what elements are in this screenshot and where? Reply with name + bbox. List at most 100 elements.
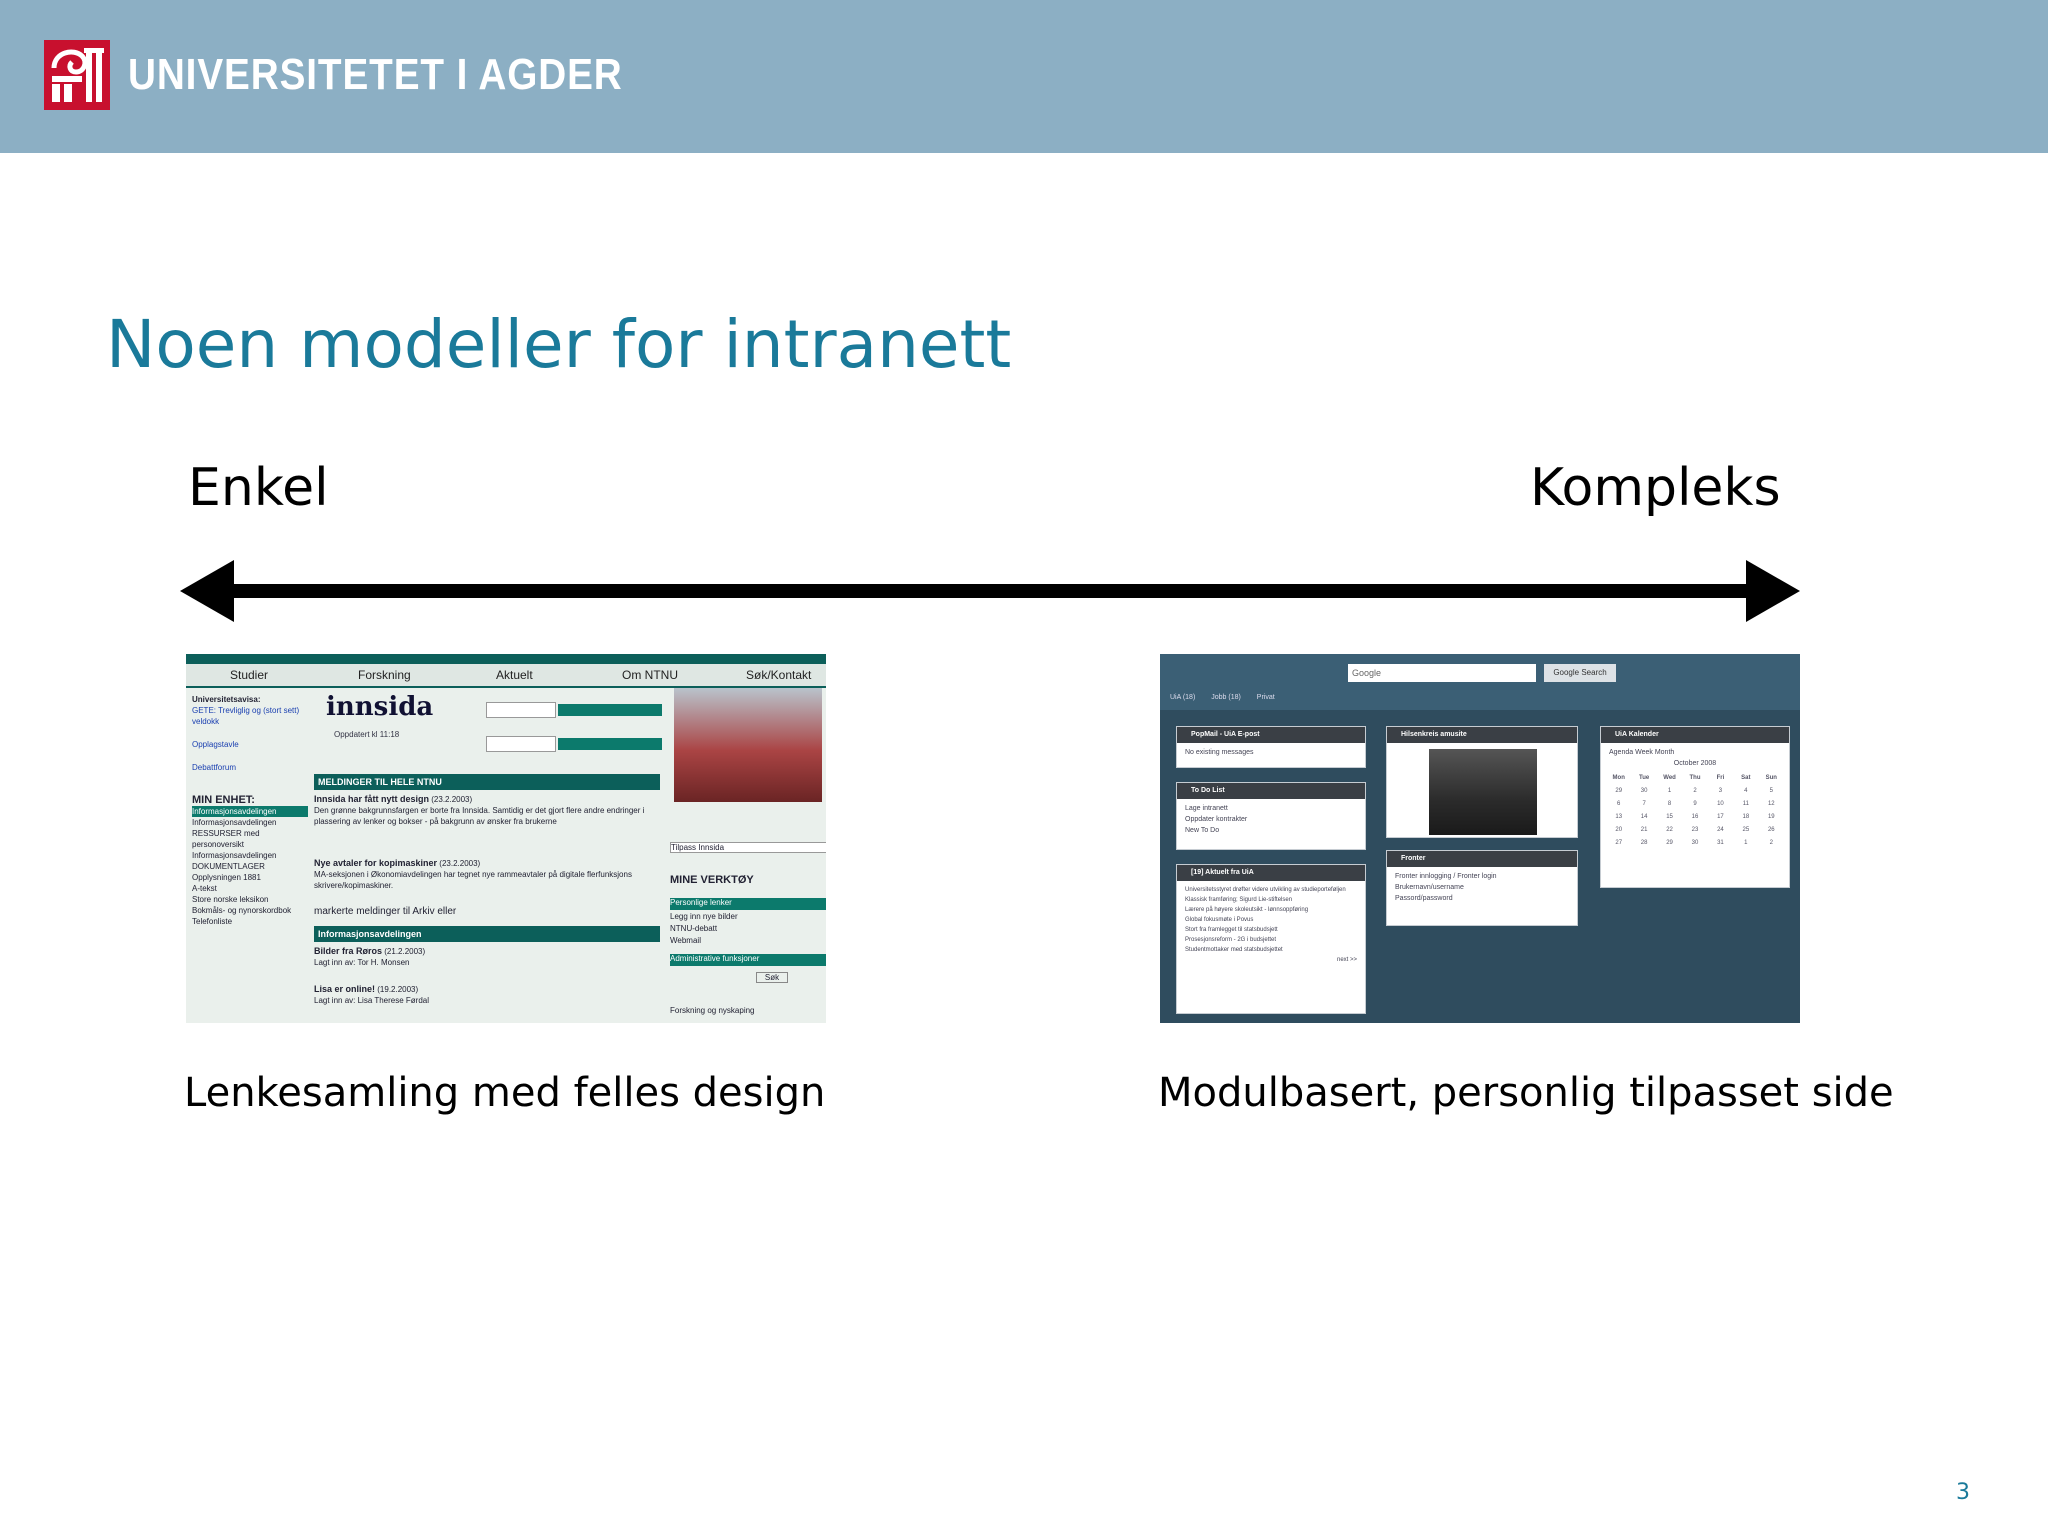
calendar-day: 30 [1640,788,1648,794]
ntnu-right-item: Søk [756,972,788,983]
panel-title: Hilsenkreis amusite [1387,727,1577,743]
ntnu-side-item: GETE: Trevliglig og (stort sett) veldokk [192,706,300,726]
calendar-day: 6 [1617,801,1621,807]
uia-tab: Privat [1256,694,1275,701]
right-end-label: Kompleks [1530,458,1781,518]
brand-name: UNIVERSITETET I AGDER [128,50,623,99]
todo-panel: To Do List Lage intranett Oppdater kontr… [1176,782,1366,850]
calendar-day: 2 [1769,840,1773,846]
ntnu-search-box [486,702,556,718]
calendar-day: 2 [1693,788,1697,794]
ntnu-right-item: Webmail [670,936,701,945]
news-title: Lisa er online! [314,984,376,994]
innsida-brand: innsida [326,692,434,722]
ntnu-right-item: MINE VERKTØY [670,874,754,886]
calendar-day: 13 [1615,814,1623,820]
news-date: (23.2.2003) [431,795,473,804]
panel-item: Oppdater kontrakter [1185,816,1248,823]
ntnu-nav-item: Aktuelt [496,668,533,682]
ntnu-side-item: Bokmåls- og nynorskordbok [192,906,292,915]
ntnu-side-item: MIN ENHET: [192,794,255,806]
google-search-field: Google [1348,664,1536,682]
panel-body: Agenda Week Month October 2008 [1601,743,1789,769]
ntnu-news-item: Innsida har fått nytt design (23.2.2003)… [314,794,660,827]
panel-item: New To Do [1185,827,1220,834]
panel-item: Studentmottaker med statsbudsjettet [1185,947,1283,953]
uia-top-bar [1160,654,1800,710]
panel-body: Fronter innlogging / Fronter login Bruke… [1387,867,1577,908]
innsida-screenshot: Studier Forskning Aktuelt Om NTNU Søk/Ko… [186,654,826,1023]
calendar-day: 30 [1691,840,1699,846]
calendar-weekday: Tue [1639,775,1650,781]
ntnu-news-item: Bilder fra Røros (21.2.2003) Lagt inn av… [314,946,660,968]
calendar-day: 29 [1666,840,1673,846]
ntnu-top-bar [186,654,826,664]
ntnu-search-button [558,704,662,716]
panel-item: Global fokusmøte i Povus [1185,917,1254,923]
calendar-view: Month [1654,749,1675,756]
panel-item: Passord/password [1395,895,1453,902]
ntnu-nav: Studier Forskning Aktuelt Om NTNU Søk/Ko… [186,664,826,688]
ntnu-side-item: Opplysningen 1881 [192,873,261,882]
news-date: (23.2.2003) [439,859,481,868]
panel-title: Fronter [1387,851,1577,867]
ntnu-news-item: Lisa er online! (19.2.2003) Lagt inn av:… [314,984,660,1006]
calendar-day: 1 [1744,840,1748,846]
ntnu-right-item: NTNU-debatt [670,924,718,933]
news-title: Innsida har fått nytt design [314,794,430,804]
calendar-weekday: Sun [1765,775,1777,781]
calendar-day: 16 [1691,814,1699,820]
panel-item: Fronter innlogging / Fronter login [1395,873,1497,880]
ntnu-side-item: Informasjonsavdelingen [192,818,277,827]
uia-portal-screenshot: Google Google Search UiA (18) Jobb (18) … [1160,654,1800,1023]
calendar-day: 18 [1742,814,1750,820]
ntnu-mark-text: markerte meldinger til Arkiv eller [314,906,457,917]
panel-item: Prosesjonsreform - 2G i budsjettet [1185,937,1277,943]
ntnu-right-item: Administrative funksjoner [670,954,826,966]
fronter-panel: Fronter Fronter innlogging / Fronter log… [1386,850,1578,926]
ntnu-side-item: Store norske leksikon [192,895,269,904]
news-title: Bilder fra Røros [314,946,383,956]
ntnu-right-item: Legg inn nye bilder [670,912,738,921]
ntnu-section-header: Informasjonsavdelingen [314,926,660,942]
page-number: 3 [1956,1480,1970,1505]
left-end-label: Enkel [188,458,329,518]
ntnu-side-item: Opplagstavle [192,740,239,749]
calendar-view: Agenda [1609,749,1634,756]
ntnu-phone-button [558,738,662,750]
ntnu-nav-item: Søk/Kontakt [746,668,812,682]
ntnu-news-item: Nye avtaler for kopimaskiner (23.2.2003)… [314,858,660,891]
ntnu-side-item: Universitetsavisa: [192,695,261,704]
panel-body: Universitetsstyret drøfter videre utvikl… [1177,881,1365,969]
calendar-day: 24 [1717,827,1724,833]
calendar-day: 4 [1744,788,1748,794]
panel-item: Stort fra framlegget til statsbudsjett [1185,927,1278,933]
calendar-day: 29 [1615,788,1623,794]
panel-title: UiA Kalender [1601,727,1789,743]
calendar-day: 5 [1769,788,1773,794]
person-photo [1429,749,1537,835]
ntnu-nav-item: Forskning [358,668,411,682]
news-title: Nye avtaler for kopimaskiner [314,858,438,868]
panel-title: To Do List [1177,783,1365,799]
news-date: (21.2.2003) [384,947,426,956]
uia-tab: Jobb (18) [1211,694,1241,701]
ntnu-right-item: Forskning og nyskaping [670,1006,755,1015]
panel-body: Lage intranett Oppdater kontrakter New T… [1177,799,1365,840]
innsida-updated: Oppdatert kl 11:18 [334,730,400,739]
right-caption: Modulbasert, personlig tilpasset side [1158,1070,1894,1116]
calendar-day: 25 [1742,827,1750,833]
ntnu-nav-item: Studier [230,668,269,682]
calendar-day: 19 [1767,814,1775,820]
news-date: (19.2.2003) [377,985,419,994]
calendar-grid: Mon Tue Wed Thu Fri Sat Sun 29 30 1 2 3 4 5 6 7 8 9 10 11 12… [1601,769,1789,853]
panel-item: Lærere på høyere skoleutsikt - lønnsoppf… [1185,907,1309,913]
uia-logo-icon [44,40,110,110]
calendar-weekday: Wed [1663,775,1676,781]
double-arrow-icon [180,560,1800,622]
news-panel: [19] Aktuelt fra UiA Universitetsstyret … [1176,864,1366,1014]
ntnu-right-item: Tilpass Innsida [670,842,826,853]
calendar-day: 15 [1666,814,1673,820]
panel-item: No existing messages [1185,749,1254,756]
calendar-weekday: Mon [1612,775,1625,781]
